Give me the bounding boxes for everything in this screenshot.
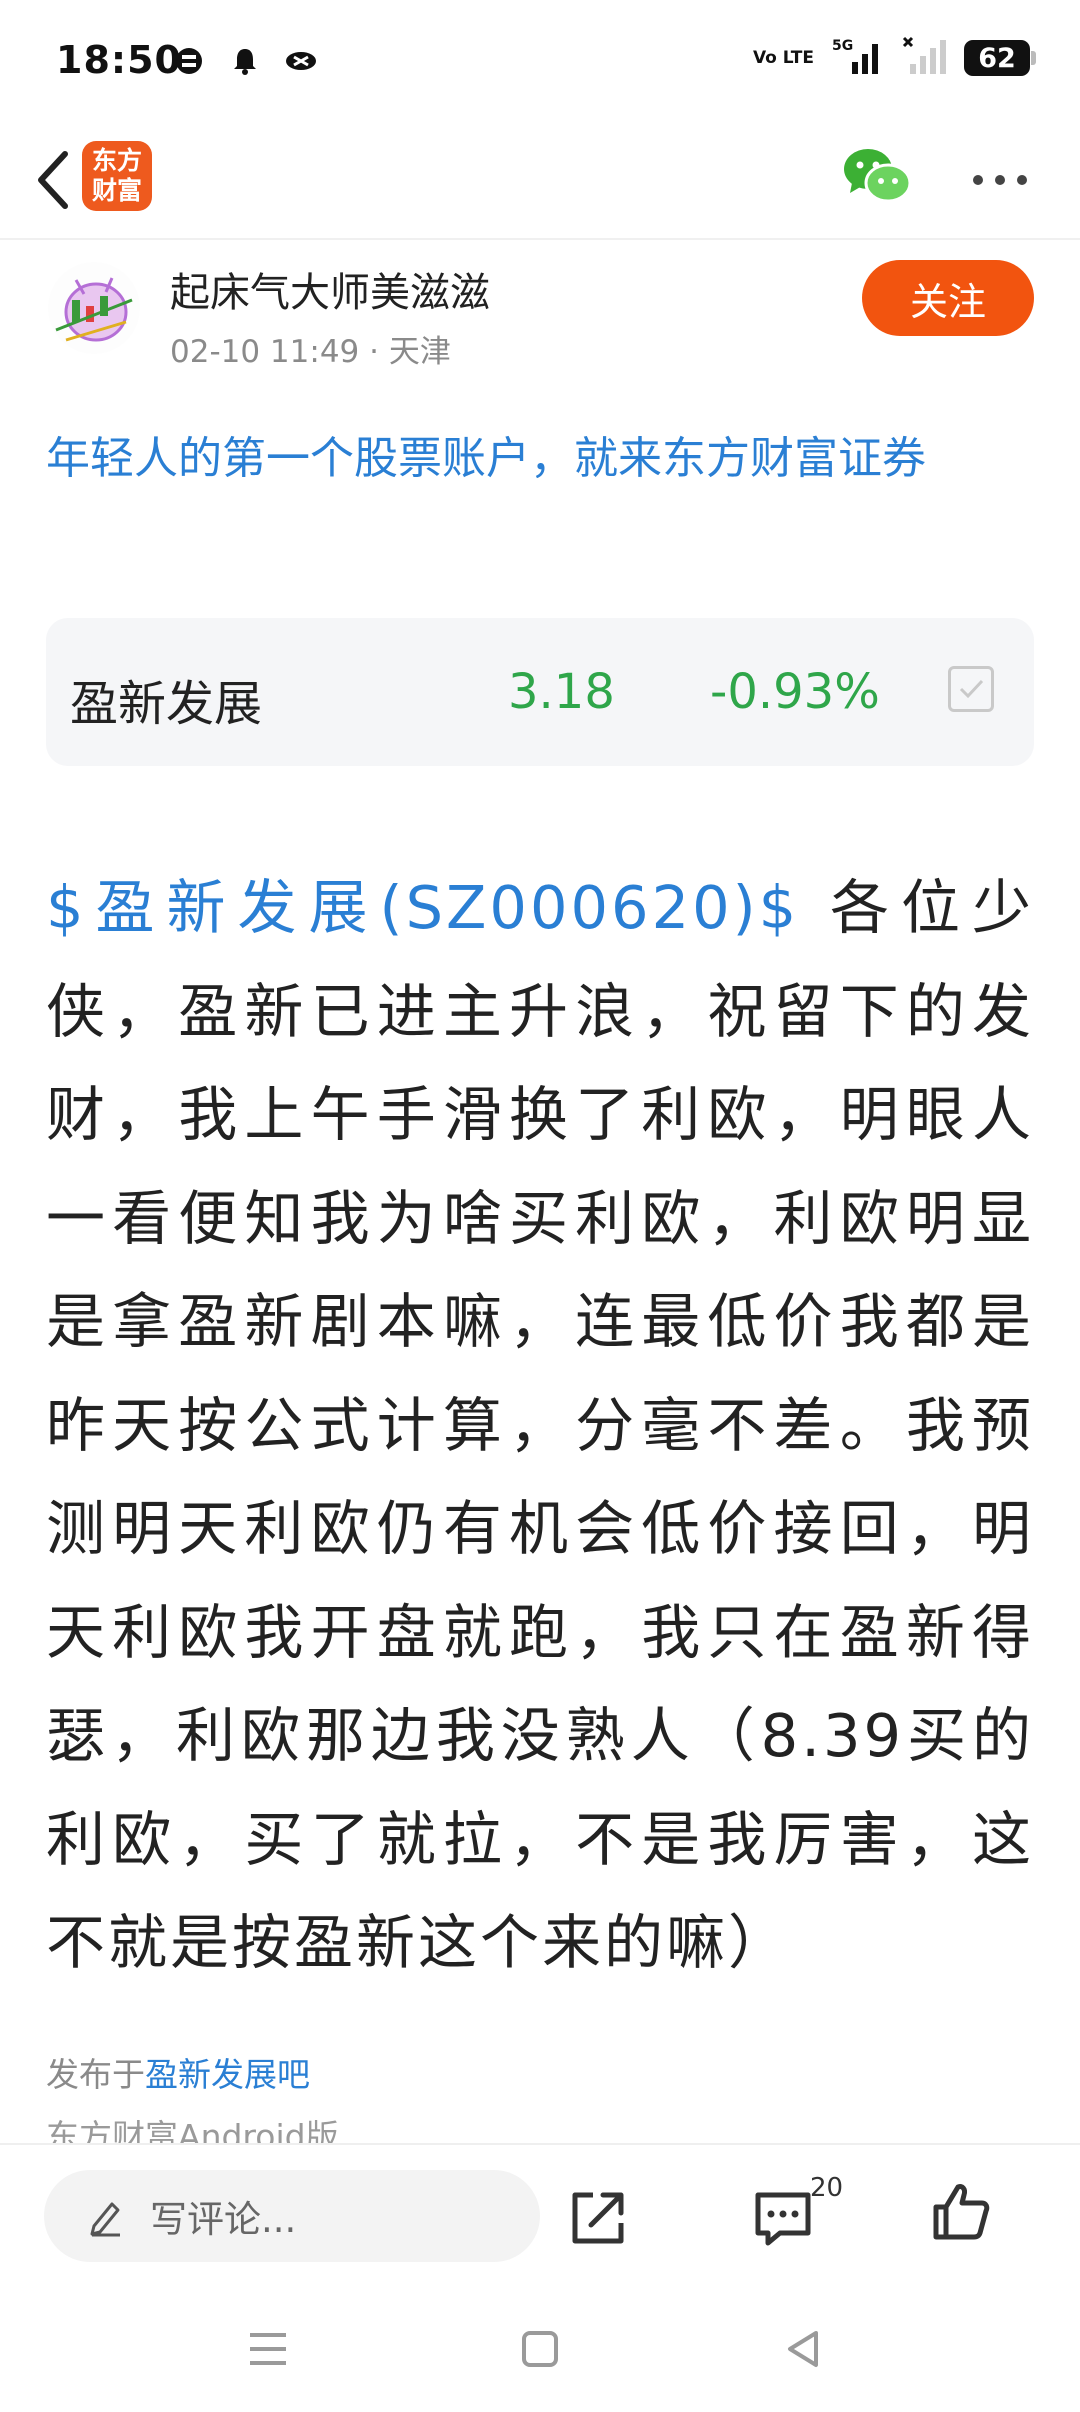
like-icon <box>933 2184 990 2240</box>
wifi-signal-icon: 5G <box>832 36 884 80</box>
wechat-icon <box>844 149 912 203</box>
stock-change: -0.93% <box>710 664 880 720</box>
notification-bell-icon <box>228 44 262 78</box>
published-prefix: 发布于 <box>46 2055 145 2094</box>
share-button[interactable] <box>565 2185 631 2251</box>
comment-placeholder: 写评论... <box>150 2198 297 2241</box>
sim-icon <box>172 44 206 78</box>
like-button[interactable] <box>928 2179 994 2245</box>
svg-text:5G: 5G <box>832 38 853 54</box>
post-content: $盈新发展(SZ000620)$ 各位少侠，盈新已进主升浪，祝留下的发财，我上午… <box>46 856 1034 1995</box>
stock-card[interactable]: 盈新发展 3.18 -0.93% <box>46 618 1034 766</box>
system-back-button[interactable] <box>776 2321 832 2377</box>
status-time: 18:50 <box>56 38 182 82</box>
stock-tag-link[interactable]: $盈新发展(SZ000620)$ <box>46 873 799 942</box>
author-name[interactable]: 起床气大师美滋滋 <box>170 260 490 318</box>
app-logo[interactable]: 东方财富 <box>82 141 152 211</box>
comments-count: 20 <box>810 2173 844 2203</box>
follow-button[interactable]: 关注 <box>862 260 1034 336</box>
share-icon <box>572 2192 624 2244</box>
post-text: 各位少侠，盈新已进主升浪，祝留下的发财，我上午手滑换了利欧，明眼人一看便知我为啥… <box>46 873 1034 1977</box>
triangle-back-icon <box>788 2331 818 2367</box>
more-icon-dot <box>995 175 1005 185</box>
post-meta: 02-10 11:49 · 天津 <box>170 334 451 370</box>
menu-icon <box>250 2333 286 2365</box>
system-nav-bar <box>0 2283 1080 2412</box>
battery-indicator: 62 <box>964 40 1036 76</box>
pencil-icon <box>90 2202 120 2237</box>
stock-name: 盈新发展 <box>70 676 263 732</box>
back-arrow-icon <box>38 151 68 209</box>
comments-button[interactable] <box>750 2185 816 2251</box>
link-icon <box>284 44 318 78</box>
wechat-share-button[interactable] <box>842 145 912 211</box>
status-bar: 18:50 Vo LTE 5G 62 <box>0 0 1080 125</box>
more-button[interactable] <box>965 155 1035 205</box>
status-icons-right: Vo LTE 5G 62 <box>752 36 1036 80</box>
signal-x-icon <box>902 36 946 80</box>
avatar[interactable] <box>46 260 142 356</box>
home-button[interactable] <box>512 2321 568 2377</box>
published-in: 发布于盈新发展吧 <box>46 2048 310 2096</box>
add-watchlist-checkbox[interactable] <box>948 666 994 712</box>
check-icon <box>959 679 984 699</box>
recents-button[interactable] <box>240 2321 296 2377</box>
forum-link[interactable]: 盈新发展吧 <box>145 2055 310 2094</box>
ad-link[interactable]: 年轻人的第一个股票账户，就来东方财富证券 <box>46 420 1036 498</box>
square-icon <box>522 2331 558 2367</box>
more-icon-dot <box>1017 175 1027 185</box>
more-icon-dot <box>973 175 983 185</box>
stock-price: 3.18 <box>508 664 615 720</box>
status-icons-left <box>172 44 318 78</box>
comment-icon <box>755 2192 811 2246</box>
volte-indicator: Vo LTE <box>752 47 814 68</box>
top-nav: 东方财富 <box>0 125 1080 240</box>
comment-input[interactable]: 写评论... <box>44 2170 540 2262</box>
bottom-action-bar: 写评论... 20 <box>0 2143 1080 2283</box>
back-button[interactable] <box>18 145 88 215</box>
